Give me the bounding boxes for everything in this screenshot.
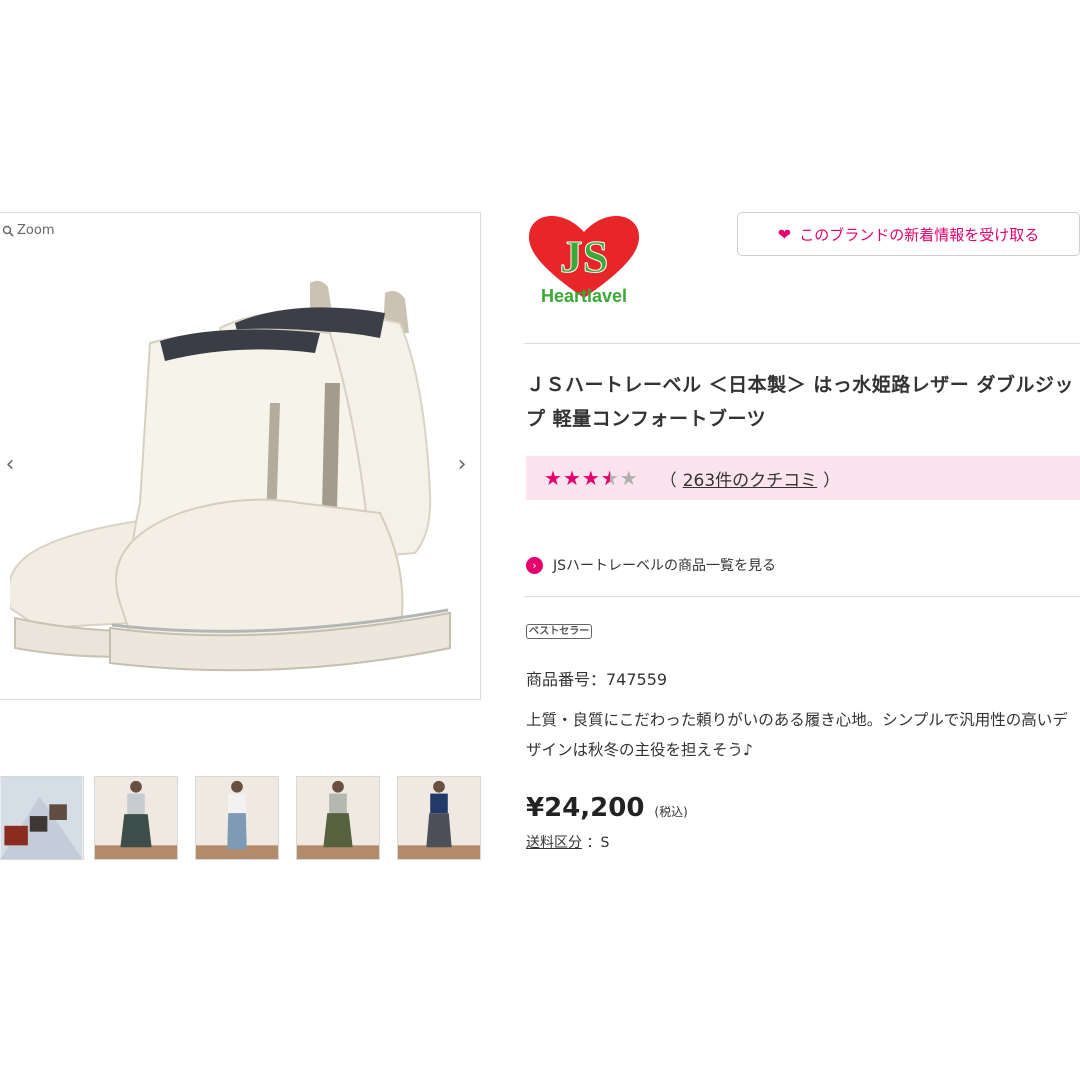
product-image-gallery: Zoom ‹ › bbox=[0, 212, 481, 700]
thumbnail-image bbox=[95, 777, 177, 859]
rating-bar: ★ ★ ★ ★ ★ （ 263件のクチコミ ） bbox=[526, 456, 1080, 500]
shipping-class-link[interactable]: 送料区分 bbox=[526, 835, 582, 851]
divider bbox=[524, 343, 1080, 344]
bestseller-badge: ベストセラー bbox=[526, 624, 593, 639]
shipping-class: 送料区分 ：S bbox=[526, 832, 609, 852]
star-full-icon: ★ bbox=[544, 466, 562, 490]
review-count-link[interactable]: 263件のクチコミ bbox=[683, 471, 817, 491]
product-number: 商品番号：747559 bbox=[526, 670, 668, 689]
shipping-class-value: ：S bbox=[586, 835, 610, 851]
chevron-right-icon: › bbox=[526, 556, 543, 574]
paren-close: ） bbox=[823, 470, 841, 491]
thumbnail-image bbox=[196, 777, 278, 859]
star-empty-icon: ★ bbox=[619, 466, 638, 490]
brand-logo[interactable]: JS Heartlavel bbox=[524, 210, 644, 310]
star-full-icon: ★ bbox=[581, 466, 600, 490]
product-title: ＪＳハートレーベル ＜日本製＞ はっ水姫路レザー ダブルジップ 軽量コンフォート… bbox=[526, 374, 1074, 430]
divider bbox=[524, 596, 1080, 597]
star-rating: ★ ★ ★ ★ ★ bbox=[544, 466, 638, 490]
price-row: ¥24,200 (税込) bbox=[526, 793, 688, 823]
magnifier-icon bbox=[2, 225, 14, 237]
thumbnail-image bbox=[398, 777, 480, 859]
star-half-icon: ★ bbox=[601, 466, 619, 490]
follow-brand-button[interactable]: ❤ このブランドの新着情報を受け取る bbox=[737, 212, 1080, 256]
brand-logo-text: Heartlavel bbox=[541, 286, 627, 306]
thumbnail-4[interactable] bbox=[296, 776, 380, 860]
heart-icon: ❤ bbox=[777, 224, 792, 244]
review-count-wrap: （ 263件のクチコミ ） bbox=[660, 466, 840, 491]
thumbnail-strip bbox=[0, 776, 490, 860]
thumbnail-3[interactable] bbox=[195, 776, 279, 860]
thumbnail-1[interactable] bbox=[0, 776, 84, 860]
zoom-button[interactable]: Zoom bbox=[2, 223, 54, 238]
thumbnail-5[interactable] bbox=[397, 776, 481, 860]
thumbnail-image bbox=[0, 777, 83, 859]
brand-product-list-label: JSハートレーベルの商品一覧を見る bbox=[553, 558, 777, 574]
thumbnail-image bbox=[297, 777, 379, 859]
brand-logo-letters: JS bbox=[560, 231, 609, 282]
thumbnail-2[interactable] bbox=[94, 776, 178, 860]
follow-brand-label: このブランドの新着情報を受け取る bbox=[799, 225, 1040, 244]
price: ¥24,200 bbox=[526, 793, 645, 823]
brand-product-list-link[interactable]: › JSハートレーベルの商品一覧を見る bbox=[526, 555, 776, 575]
star-full-icon: ★ bbox=[562, 466, 581, 490]
main-product-photo[interactable] bbox=[10, 273, 470, 673]
zoom-label: Zoom bbox=[17, 223, 55, 238]
paren-open: （ bbox=[659, 470, 677, 491]
tax-label: (税込) bbox=[654, 805, 688, 819]
product-description: 上質・良質にこだわった頼りがいのある履き心地。シンプルで汎用性の高いデザインは秋… bbox=[526, 711, 1068, 759]
